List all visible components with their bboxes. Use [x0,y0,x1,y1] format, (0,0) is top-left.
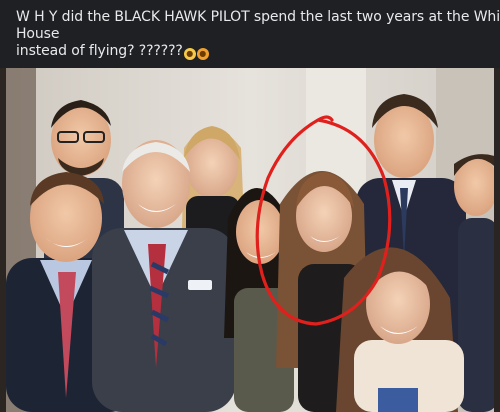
photo-right-edge [494,68,500,412]
face-screaming-in-fear-icon: ● [183,48,196,60]
exploding-head-icon: ● [196,48,209,60]
social-post: W H Y did the BLACK HAWK PILOT spend the… [0,0,500,412]
post-photo[interactable] [6,68,494,412]
caption-line-3-text: instead of flying? ?????? [16,43,183,59]
group-photo-illustration [6,68,494,412]
post-caption: W H Y did the BLACK HAWK PILOT spend the… [16,9,500,60]
caption-line-2: House [16,26,60,42]
caption-line-3: instead of flying? ?????? ● ● [16,43,486,60]
caption-line-1: W H Y did the BLACK HAWK PILOT spend the… [16,9,500,25]
